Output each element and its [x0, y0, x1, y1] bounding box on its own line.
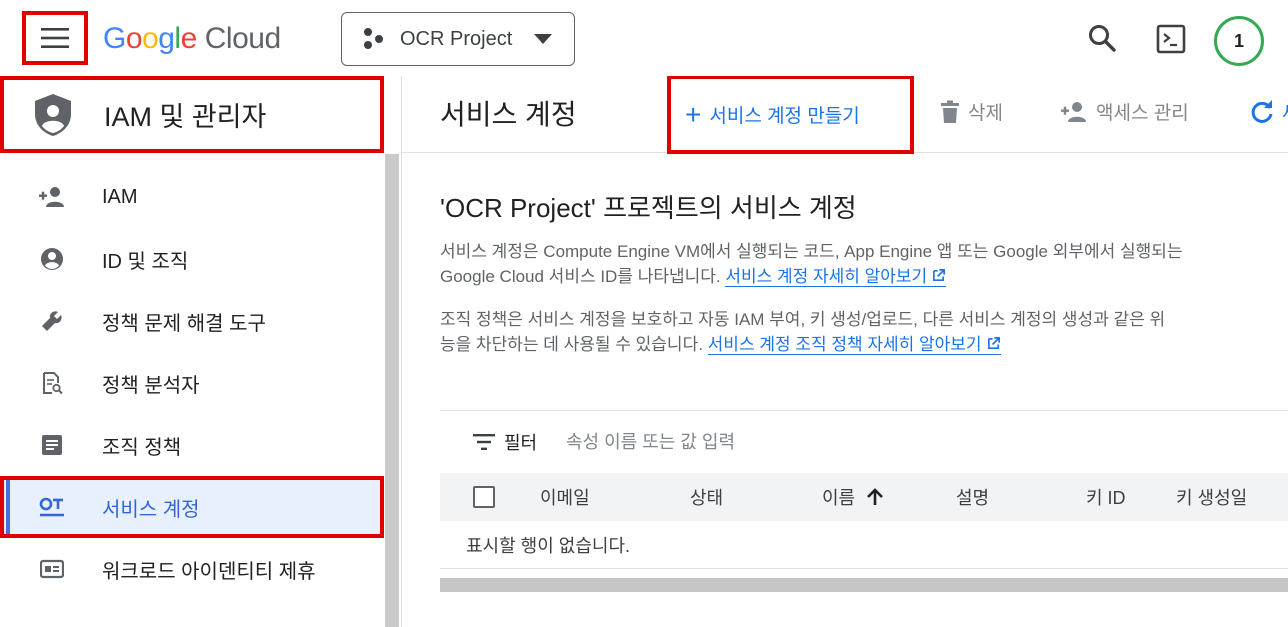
person-add-icon: [1061, 101, 1086, 122]
badge-count: 1: [1233, 30, 1244, 51]
empty-state-row: 표시할 행이 없습니다.: [440, 521, 1288, 569]
description-line-with-link: Google Cloud 서비스 ID를 나타냅니다. 서비스 계정 자세히 알…: [440, 264, 1288, 289]
project-name: OCR Project: [400, 27, 513, 50]
column-header-status[interactable]: 상태: [690, 484, 723, 510]
main-menu-button[interactable]: [22, 11, 88, 65]
service-accounts-table: 필터 이메일 상태 이름 설명 키 ID 키 생성일 표시할 행이 없습니다.: [440, 410, 1288, 592]
external-link-icon: [987, 337, 1000, 350]
filter-icon: [473, 434, 495, 450]
refresh-icon: [1251, 99, 1273, 123]
trash-icon: [941, 100, 959, 123]
description-paragraph: 서비스 계정은 Compute Engine VM에서 실행되는 코드, App…: [440, 239, 1288, 289]
filter-input[interactable]: [566, 427, 1166, 457]
sidebar-item-label: 정책 분석자: [102, 374, 200, 397]
description-text: Google Cloud 서비스 ID를 나타냅니다.: [440, 267, 726, 286]
person-add-icon: [38, 183, 66, 211]
create-service-account-button[interactable]: + 서비스 계정 만들기: [667, 76, 914, 154]
column-header-key-created[interactable]: 키 생성일: [1176, 484, 1247, 510]
sidebar: IAM 및 관리자 IAM ID 및 조직 정책 문제 해결 도구 정책 분석자…: [0, 76, 402, 627]
sidebar-item-label: 워크로드 아이덴티티 제휴: [102, 560, 316, 583]
sidebar-item-label: ID 및 조직: [102, 250, 189, 273]
sidebar-item-iam[interactable]: IAM: [0, 166, 384, 228]
column-header-key-id[interactable]: 키 ID: [1086, 484, 1126, 510]
action-toolbar: 서비스 계정 + 서비스 계정 만들기 삭제 액세스 관리: [402, 76, 1288, 154]
column-header-email[interactable]: 이메일: [540, 484, 590, 510]
project-dots-icon: [364, 28, 383, 49]
column-label: 이름: [822, 488, 856, 508]
column-header-name[interactable]: 이름: [822, 484, 885, 510]
plus-icon: +: [685, 98, 702, 130]
terminal-icon: [1156, 24, 1186, 54]
page-title: 서비스 계정: [440, 99, 577, 130]
description-line: 조직 정책은 서비스 계정을 보호하고 자동 IAM 부여, 키 생성/업로드,…: [440, 310, 1166, 329]
hamburger-icon: [41, 28, 69, 48]
id-card-icon: [38, 555, 66, 583]
sidebar-scrollbar-thumb[interactable]: [385, 154, 399, 627]
google-cloud-logo[interactable]: Google Cloud: [103, 19, 281, 59]
intro-section: 'OCR Project' 프로젝트의 서비스 계정 서비스 계정은 Compu…: [440, 188, 1288, 357]
refresh-button[interactable]: 새: [1250, 98, 1288, 125]
refresh-label: 새: [1282, 98, 1288, 125]
column-header-description[interactable]: 설명: [956, 484, 989, 510]
external-link-icon: [933, 269, 946, 282]
table-horizontal-scrollbar[interactable]: [440, 578, 1288, 592]
notification-badge[interactable]: 1: [1214, 16, 1264, 66]
sidebar-item-label: 조직 정책: [102, 436, 182, 459]
top-bar: Google Cloud OCR Project 1: [0, 0, 1288, 76]
shield-icon: [35, 93, 71, 136]
article-icon: [38, 431, 66, 459]
sidebar-section-header: IAM 및 관리자: [0, 76, 384, 153]
main-content: 서비스 계정 + 서비스 계정 만들기 삭제 액세스 관리 'OCR Proje…: [402, 76, 1288, 627]
account-circle-icon: [38, 245, 66, 273]
project-picker[interactable]: OCR Project: [341, 12, 575, 66]
sidebar-nav: IAM ID 및 조직 정책 문제 해결 도구 정책 분석자 조직 정책 서비스…: [0, 166, 384, 600]
delete-button[interactable]: 삭제: [940, 98, 1003, 125]
create-button-label: 서비스 계정 만들기: [709, 106, 860, 127]
sidebar-item-org-policy[interactable]: 조직 정책: [0, 414, 384, 476]
sidebar-item-workload-identity[interactable]: 워크로드 아이덴티티 제휴: [0, 538, 384, 600]
select-all-checkbox[interactable]: [473, 486, 495, 508]
filter-bar: 필터: [440, 411, 1288, 473]
sidebar-item-label: 정책 문제 해결 도구: [102, 312, 266, 335]
search-button[interactable]: [1082, 18, 1122, 58]
description-line-with-link: 능을 차단하는 데 사용될 수 있습니다. 서비스 계정 조직 정책 자세히 알…: [440, 332, 1288, 357]
sidebar-item-label: 서비스 계정: [102, 498, 200, 521]
manage-access-button[interactable]: 액세스 관리: [1060, 98, 1189, 125]
sidebar-item-label: IAM: [102, 185, 138, 208]
arrow-up-icon: [867, 488, 884, 505]
document-search-icon: [38, 369, 66, 397]
section-heading: 'OCR Project' 프로젝트의 서비스 계정: [440, 193, 857, 223]
description-text: 능을 차단하는 데 사용될 수 있습니다.: [440, 335, 708, 354]
filter-label: 필터: [504, 433, 538, 453]
manage-access-label: 액세스 관리: [1096, 103, 1189, 124]
org-policy-learn-more-link[interactable]: 서비스 계정 조직 정책 자세히 알아보기: [707, 335, 1001, 355]
empty-state-text: 표시할 행이 없습니다.: [466, 535, 631, 556]
description-line: 서비스 계정은 Compute Engine VM에서 실행되는 코드, App…: [440, 242, 1183, 261]
sidebar-item-service-accounts[interactable]: 서비스 계정: [0, 476, 384, 538]
sidebar-item-policy-analyzer[interactable]: 정책 분석자: [0, 352, 384, 414]
link-label: 서비스 계정 자세히 알아보기: [725, 267, 928, 286]
chevron-down-icon: [534, 34, 552, 44]
link-label: 서비스 계정 조직 정책 자세히 알아보기: [707, 335, 982, 354]
cloud-shell-button[interactable]: [1150, 18, 1192, 60]
search-icon: [1089, 25, 1116, 52]
table-header: 이메일 상태 이름 설명 키 ID 키 생성일: [440, 473, 1288, 521]
org-policy-paragraph: 조직 정책은 서비스 계정을 보호하고 자동 IAM 부여, 키 생성/업로드,…: [440, 307, 1288, 357]
sidebar-title: IAM 및 관리자: [104, 102, 267, 132]
sidebar-item-policy-troubleshooter[interactable]: 정책 문제 해결 도구: [0, 290, 384, 352]
service-account-icon: [38, 493, 66, 521]
wrench-icon: [38, 307, 66, 335]
learn-more-link[interactable]: 서비스 계정 자세히 알아보기: [725, 267, 947, 287]
sidebar-item-id-org[interactable]: ID 및 조직: [0, 228, 384, 290]
delete-label: 삭제: [968, 103, 1003, 124]
